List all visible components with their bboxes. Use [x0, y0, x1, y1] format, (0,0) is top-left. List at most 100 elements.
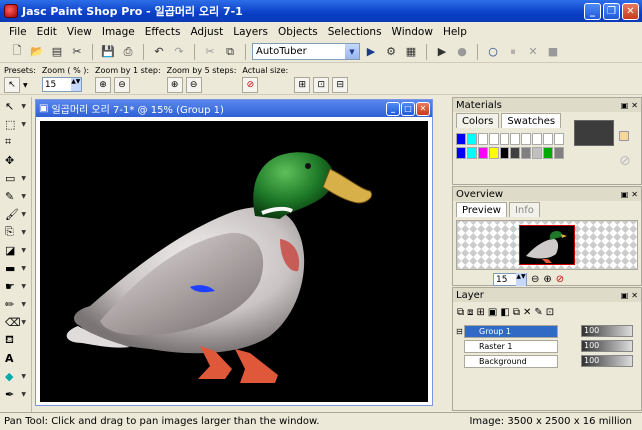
new-group-icon[interactable]: ⊞ [477, 307, 485, 318]
eraser-tool[interactable]: ⌫ ▼ [0, 313, 28, 331]
layer-opacity[interactable]: 100 [581, 340, 633, 352]
background-color-swatch[interactable] [619, 131, 629, 141]
tab-preview[interactable]: Preview [456, 202, 507, 217]
duplicate-layer-icon[interactable]: ⧉ [513, 307, 520, 318]
color-swatch[interactable] [499, 146, 510, 159]
color-swatch[interactable] [554, 133, 564, 145]
menu-image[interactable]: Image [97, 26, 140, 38]
overview-thumbnail[interactable] [519, 225, 575, 265]
color-swatch[interactable] [510, 133, 521, 145]
dropper-tool[interactable]: ✎ ▼ [0, 187, 28, 205]
move-tool[interactable]: ✥ [0, 151, 28, 169]
doc-maximize-button[interactable]: □ [401, 101, 415, 116]
panel-pin-icon[interactable]: ▣ [621, 101, 629, 110]
zoom-out-5-icon[interactable]: ⊖ [185, 77, 202, 93]
color-swatch[interactable] [521, 146, 532, 159]
color-swatch[interactable] [532, 146, 543, 159]
panel-pin-icon[interactable]: ▣ [621, 291, 629, 300]
edit-selection-icon[interactable]: ⊡ [546, 307, 554, 318]
browse-icon[interactable]: ▤ [48, 43, 66, 61]
overview-preview-area[interactable] [456, 220, 638, 270]
layer-opacity[interactable]: 100 [581, 325, 633, 337]
color-swatch[interactable] [532, 133, 543, 145]
copy-icon[interactable]: ⧉ [221, 43, 239, 61]
menu-objects[interactable]: Objects [273, 26, 323, 38]
menu-adjust[interactable]: Adjust [185, 26, 228, 38]
panel-close-icon[interactable]: ✕ [631, 190, 638, 199]
app-icon[interactable] [4, 4, 18, 18]
menu-view[interactable]: View [62, 26, 97, 38]
redo-icon[interactable]: ↷ [170, 43, 188, 61]
color-swatch[interactable] [521, 133, 532, 145]
text-tool[interactable]: A [0, 349, 28, 367]
overview-zoom-input[interactable]: 15 ▲▼ [493, 273, 527, 286]
delete-layer-icon[interactable]: ✕ [523, 307, 531, 318]
zoom-out-icon[interactable]: ⊖ [531, 274, 539, 285]
layer-props-icon[interactable]: ✎ [534, 307, 542, 318]
minimize-button[interactable]: _ [584, 2, 601, 20]
panel-close-icon[interactable]: ✕ [631, 291, 638, 300]
pen-tool[interactable]: ✒ ▼ [0, 385, 28, 403]
fit-window-icon[interactable]: ⊞ [294, 77, 311, 93]
open-folder-icon[interactable]: 📂 [28, 43, 46, 61]
color-swatch[interactable] [466, 146, 477, 159]
smudge-tool[interactable]: ☛ ▼ [0, 277, 28, 295]
color-swatch[interactable] [543, 146, 554, 159]
save-icon[interactable]: 💾 [99, 43, 117, 61]
transparent-icon[interactable]: ⊘ [619, 153, 631, 169]
close-button[interactable]: ✕ [622, 2, 639, 20]
menu-effects[interactable]: Effects [140, 26, 186, 38]
edit-script-icon[interactable]: ⚙ [382, 43, 400, 61]
cut-icon[interactable]: ✂ [201, 43, 219, 61]
menu-file[interactable]: File [4, 26, 32, 38]
color-swatch[interactable] [488, 146, 499, 159]
zoom-input[interactable]: 15 ▲▼ [41, 77, 82, 92]
tab-swatches[interactable]: Swatches [501, 113, 562, 128]
stop-icon[interactable]: ■ [544, 43, 562, 61]
menu-selections[interactable]: Selections [323, 26, 387, 38]
selection-tool[interactable]: ⬚ ▼ [0, 115, 28, 133]
spinner-icon[interactable]: ▲▼ [516, 273, 526, 286]
preset-shape-tool[interactable]: ◆ ▼ [0, 367, 28, 385]
zoom-in-icon[interactable]: ⊕ [95, 77, 112, 93]
zoom-out-icon[interactable]: ⊖ [114, 77, 131, 93]
new-adjust-layer-icon[interactable]: ◧ [500, 307, 509, 318]
script-combo[interactable]: AutoTuber ▼ [252, 43, 360, 60]
menu-layers[interactable]: Layers [228, 26, 273, 38]
replace-color-tool[interactable]: ◪ ▼ [0, 241, 28, 259]
start-record-icon[interactable]: ○ [484, 43, 502, 61]
layer-opacity[interactable]: 100 [581, 355, 633, 367]
color-swatch[interactable] [466, 133, 477, 145]
restore-button[interactable]: ❐ [603, 2, 620, 20]
menu-help[interactable]: Help [438, 26, 472, 38]
paint-brush-tool[interactable]: 🖌 ▼ [0, 205, 28, 223]
dodge-tool[interactable]: ▬ ▼ [0, 259, 28, 277]
spinner-icon[interactable]: ▲▼ [70, 78, 81, 91]
color-swatch[interactable] [477, 146, 488, 159]
layer-row-background[interactable]: Background [456, 354, 558, 368]
new-raster-layer-icon[interactable]: ⧉ [457, 307, 464, 318]
color-swatch[interactable] [488, 133, 499, 145]
actual-size-icon[interactable]: ⊘ [242, 77, 259, 93]
print-icon[interactable]: ⎙ [119, 43, 137, 61]
shape-select-tool[interactable]: ▭ ▼ [0, 169, 28, 187]
doc-close-button[interactable]: ✕ [416, 101, 430, 116]
foreground-color-swatch[interactable] [574, 120, 614, 146]
new-file-icon[interactable]: 🗋 [8, 43, 26, 61]
run-script-icon[interactable]: ▶ [362, 43, 380, 61]
menu-window[interactable]: Window [387, 26, 438, 38]
menu-edit[interactable]: Edit [32, 26, 62, 38]
color-swatch[interactable] [456, 146, 466, 159]
panel-pin-icon[interactable]: ▣ [621, 190, 629, 199]
undo-icon[interactable]: ↶ [150, 43, 168, 61]
new-vector-layer-icon[interactable]: ⧈ [467, 307, 473, 318]
clone-tool[interactable]: ⎘ ▼ [0, 223, 28, 241]
tab-colors[interactable]: Colors [456, 113, 500, 128]
record-icon[interactable]: ● [453, 43, 471, 61]
fit-image-icon[interactable]: ⊡ [313, 77, 330, 93]
crop-tool[interactable]: ⌗ [0, 133, 28, 151]
doc-minimize-button[interactable]: _ [386, 101, 400, 116]
script-toggle-icon[interactable]: ▦ [402, 43, 420, 61]
pencil-tool[interactable]: ✏ ▼ [0, 295, 28, 313]
color-swatch[interactable] [499, 133, 510, 145]
